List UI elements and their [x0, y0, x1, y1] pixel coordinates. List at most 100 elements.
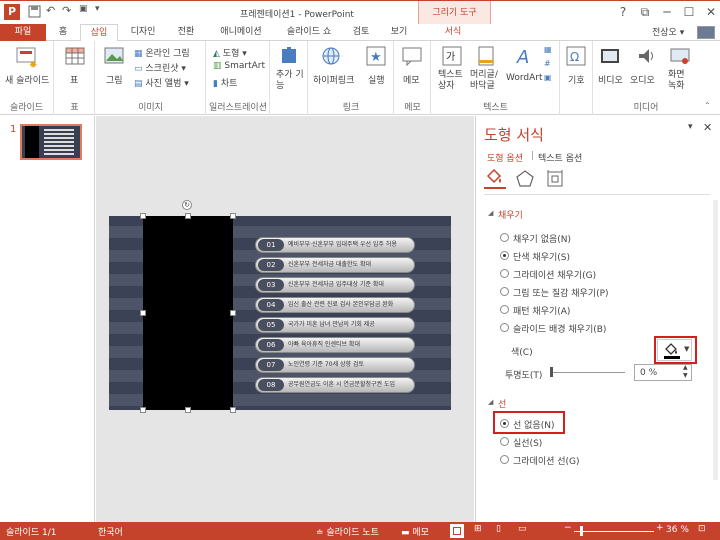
textbox-button[interactable]: 텍스트 상자 [438, 70, 466, 92]
spin-up-icon[interactable]: ▲ [683, 364, 688, 371]
resize-handle[interactable] [185, 407, 191, 413]
hyperlink-button[interactable]: 하이퍼링크 [313, 73, 354, 86]
collapse-arrow-icon[interactable]: ◢ [488, 209, 493, 217]
radio-gradient-line[interactable] [500, 455, 509, 464]
radio-picture-fill[interactable] [500, 287, 509, 296]
tab-home[interactable]: 홈 [48, 24, 78, 41]
slide-number-icon[interactable]: # [544, 59, 551, 68]
header-footer-button[interactable]: 머리글/ 바닥글 [470, 70, 506, 92]
fit-to-window-icon[interactable]: ⊡ [698, 524, 706, 534]
object-icon[interactable]: ▣ [544, 73, 552, 82]
maximize-button[interactable]: ☐ [678, 3, 700, 21]
redo-icon[interactable]: ↷ [62, 4, 71, 17]
online-picture-button[interactable]: ▦ 온라인 그림 [134, 46, 190, 59]
user-name[interactable]: 전상오 ▾ [652, 25, 684, 38]
radio-slide-background-fill[interactable] [500, 323, 509, 332]
close-button[interactable]: ✕ [700, 3, 720, 21]
collapse-arrow-icon[interactable]: ◢ [488, 398, 493, 406]
resize-handle[interactable] [230, 213, 236, 219]
transparency-spinner[interactable]: 0 % ▲ ▼ [634, 364, 692, 381]
tab-slideshow[interactable]: 슬라이드 쇼 [278, 24, 340, 41]
tab-insert[interactable]: 삽입 [80, 24, 118, 42]
ribbon-display-button[interactable]: ⧉ [634, 3, 656, 21]
addins-button[interactable]: 추가 기능 [276, 70, 308, 92]
radio-pattern-fill[interactable] [500, 305, 509, 314]
screen-recording-button[interactable]: 화면 녹화 [668, 70, 692, 92]
selected-rectangle-shape[interactable] [143, 216, 233, 410]
zoom-out-icon[interactable]: − [564, 523, 572, 533]
spin-down-icon[interactable]: ▼ [683, 372, 688, 379]
video-button[interactable]: 비디오 [598, 73, 623, 86]
fill-line-tab[interactable] [484, 167, 506, 189]
audio-button[interactable]: 오디오 [630, 73, 655, 86]
option-label[interactable]: 그라데이션 채우기(G) [513, 268, 596, 281]
list-item[interactable]: 02 신혼부부 전세자금 대출한도 확대 [255, 257, 415, 273]
radio-solid-line[interactable] [500, 437, 509, 446]
slide-thumbnail[interactable] [20, 124, 82, 160]
slide-sorter-icon[interactable]: ⊞ [474, 524, 482, 534]
list-item[interactable]: 05 국가가 미혼 남녀 만남의 기회 제공 [255, 317, 415, 333]
customize-icon[interactable]: ▾ [95, 4, 100, 14]
list-item[interactable]: 03 신혼부부 전세자금 입주대상 기준 확대 [255, 277, 415, 293]
tab-view[interactable]: 보기 [384, 24, 414, 41]
language-indicator[interactable]: 한국어 [98, 525, 123, 538]
wordart-button[interactable]: WordArt [506, 73, 543, 83]
tab-animations[interactable]: 애니메이션 [210, 24, 272, 41]
size-properties-icon[interactable] [545, 169, 565, 189]
transparency-slider-track[interactable] [552, 372, 625, 373]
symbol-button[interactable]: 기호 [568, 73, 585, 86]
list-item[interactable]: 04 임신 출산 관련 진료 검사 본인부담금 완화 [255, 297, 415, 313]
photo-album-button[interactable]: ▤ 사진 앨범 ▾ [134, 76, 189, 89]
smartart-button[interactable]: ▥ SmartArt [213, 61, 265, 71]
effects-pentagon-icon[interactable] [515, 169, 535, 189]
zoom-in-icon[interactable]: + [656, 523, 664, 533]
tab-text-options[interactable]: 텍스트 옵션 [538, 151, 582, 164]
new-slide-button[interactable]: 새 슬라이드 [5, 73, 49, 86]
notes-button[interactable]: ≐ 슬라이드 노트 [316, 525, 379, 538]
normal-view-icon[interactable] [450, 524, 464, 538]
shapes-button[interactable]: ◭ 도형 ▾ [213, 46, 247, 59]
option-label[interactable]: 채우기 없음(N) [513, 232, 571, 245]
chart-button[interactable]: ▮ 차트 [213, 76, 237, 89]
list-item[interactable]: 08 공무원연금도 이혼 시 연금분할청구권 도입 [255, 377, 415, 393]
date-time-icon[interactable]: ▦ [544, 45, 552, 54]
save-icon[interactable] [28, 5, 41, 21]
list-item[interactable]: 06 아빠 육아휴직 인센티브 확대 [255, 337, 415, 353]
option-label[interactable]: 단색 채우기(S) [513, 250, 570, 263]
pane-options-icon[interactable]: ▾ [688, 122, 693, 132]
list-item[interactable]: 01 예비부부·신혼부부 임대주택 우선 입주 허용 [255, 237, 415, 253]
reading-view-icon[interactable]: ▯ [496, 524, 501, 534]
rotate-handle-icon[interactable]: ↻ [182, 200, 192, 210]
tab-review[interactable]: 검토 [346, 24, 376, 41]
resize-handle[interactable] [230, 310, 236, 316]
screenshot-button[interactable]: ▭ 스크린샷 ▾ [134, 61, 186, 74]
resize-handle[interactable] [230, 407, 236, 413]
resize-handle[interactable] [140, 407, 146, 413]
option-label[interactable]: 실선(S) [513, 436, 542, 449]
fill-section-header[interactable]: 채우기 [498, 208, 523, 221]
list-item[interactable]: 07 노인연령 기준 70세 상향 검토 [255, 357, 415, 373]
collapse-ribbon-icon[interactable]: ⌃ [704, 101, 711, 110]
help-button[interactable]: ? [612, 3, 634, 21]
avatar[interactable] [697, 26, 715, 39]
zoom-level[interactable]: 36 % [666, 525, 689, 535]
line-section-header[interactable]: 선 [498, 397, 506, 410]
option-label[interactable]: 그라데이션 선(G) [513, 454, 580, 467]
comments-button[interactable]: ▬ 메모 [401, 525, 429, 538]
pane-scrollbar[interactable] [713, 200, 718, 480]
transparency-slider-thumb[interactable] [550, 367, 553, 377]
present-icon[interactable]: ▣ [79, 4, 88, 14]
minimize-button[interactable]: ─ [656, 3, 678, 21]
option-label[interactable]: 패턴 채우기(A) [513, 304, 570, 317]
resize-handle[interactable] [140, 213, 146, 219]
option-label[interactable]: 그림 또는 질감 채우기(P) [513, 286, 609, 299]
radio-gradient-fill[interactable] [500, 269, 509, 278]
zoom-slider-thumb[interactable] [580, 526, 583, 536]
resize-handle[interactable] [140, 310, 146, 316]
zoom-slider-track[interactable] [574, 531, 654, 532]
close-pane-icon[interactable]: ✕ [703, 121, 712, 134]
tab-design[interactable]: 디자인 [122, 24, 164, 41]
radio-solid-fill[interactable] [500, 251, 509, 260]
tab-file[interactable]: 파일 [0, 24, 46, 41]
comment-button[interactable]: 메모 [403, 73, 420, 86]
